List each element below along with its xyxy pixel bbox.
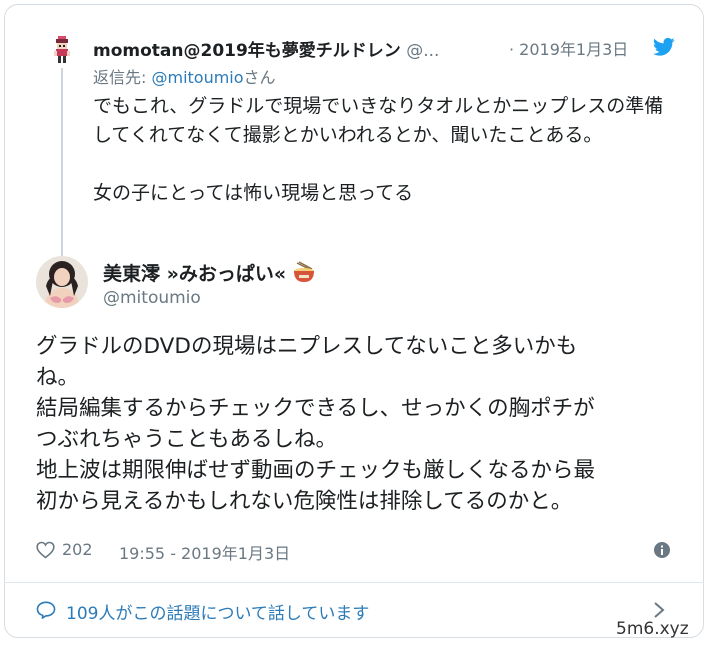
parent-paragraph: 女の子にとっては怖い現場と思ってる — [93, 182, 414, 204]
conversation-link[interactable]: 109人がこの話題について話しています — [36, 598, 676, 624]
parent-tweet-date[interactable]: · 2019年1月3日 — [509, 36, 628, 60]
reply-to-prefix: 返信先: — [93, 68, 152, 87]
twitter-bird-icon[interactable] — [653, 37, 675, 57]
tweet-meta-row: 202 19:55 - 2019年1月3日 — [36, 538, 676, 564]
tweet-line: つぶれちゃうこともあるしね。 — [36, 427, 338, 452]
like-count[interactable]: 202 — [62, 540, 93, 559]
parent-author-handle[interactable]: @... — [406, 41, 439, 60]
speech-bubble-icon — [36, 601, 56, 619]
footer-divider — [4, 582, 704, 583]
conversation-count-text[interactable]: 109人がこの話題について話しています — [66, 599, 369, 624]
tweet-line: グラドルのDVDの現場はニプレスしてないこと多いかも — [36, 334, 578, 359]
main-author-name[interactable]: 美東澪 »みおっぱい« — [103, 259, 316, 286]
ramen-bowl-icon — [294, 261, 315, 282]
parent-paragraph: でもこれ、グラドルで現場でいきなりタオルとかニップレスの準備してくれてなくて撮影… — [93, 95, 664, 146]
info-icon[interactable] — [654, 542, 670, 558]
reply-to-line: 返信先: @mitoumioさん — [93, 64, 276, 88]
heart-icon[interactable] — [36, 541, 55, 559]
main-author-name-text[interactable]: 美東澪 »みおっぱい« — [103, 263, 286, 285]
parent-author-name[interactable]: momotan@2019年も夢愛チルドレン — [93, 41, 401, 60]
tweet-line: 初から見えるかもしれない危険性は排除してるのかと。 — [36, 489, 573, 514]
main-author-handle[interactable]: @mitoumio — [103, 288, 201, 308]
main-author-avatar[interactable] — [36, 256, 88, 308]
tweet-line: ね。 — [36, 365, 80, 390]
watermark: 5m6.xyz — [616, 619, 689, 639]
reply-to-handle-link[interactable]: @mitoumio — [151, 68, 243, 87]
tweet-timestamp[interactable]: 19:55 - 2019年1月3日 — [119, 540, 290, 564]
parent-tweet-header: momotan@2019年も夢愛チルドレン @... · 2019年1月3日 — [93, 36, 683, 60]
tweet-line: 結局編集するからチェックできるし、せっかくの胸ポチが — [36, 396, 595, 421]
parent-author-avatar[interactable] — [50, 36, 74, 64]
chevron-right-icon[interactable] — [653, 601, 665, 619]
main-tweet-text: グラドルのDVDの現場はニプレスしてないこと多いかも ね。 結局編集するからチェ… — [36, 331, 676, 517]
thread-connector-line — [61, 68, 63, 256]
tweet-line: 地上波は期限伸ばせず動画のチェックも厳しくなるから最 — [36, 458, 596, 483]
parent-tweet-text: でもこれ、グラドルで現場でいきなりタオルとかニップレスの準備してくれてなくて撮影… — [93, 92, 668, 208]
reply-to-suffix: さん — [243, 68, 276, 87]
